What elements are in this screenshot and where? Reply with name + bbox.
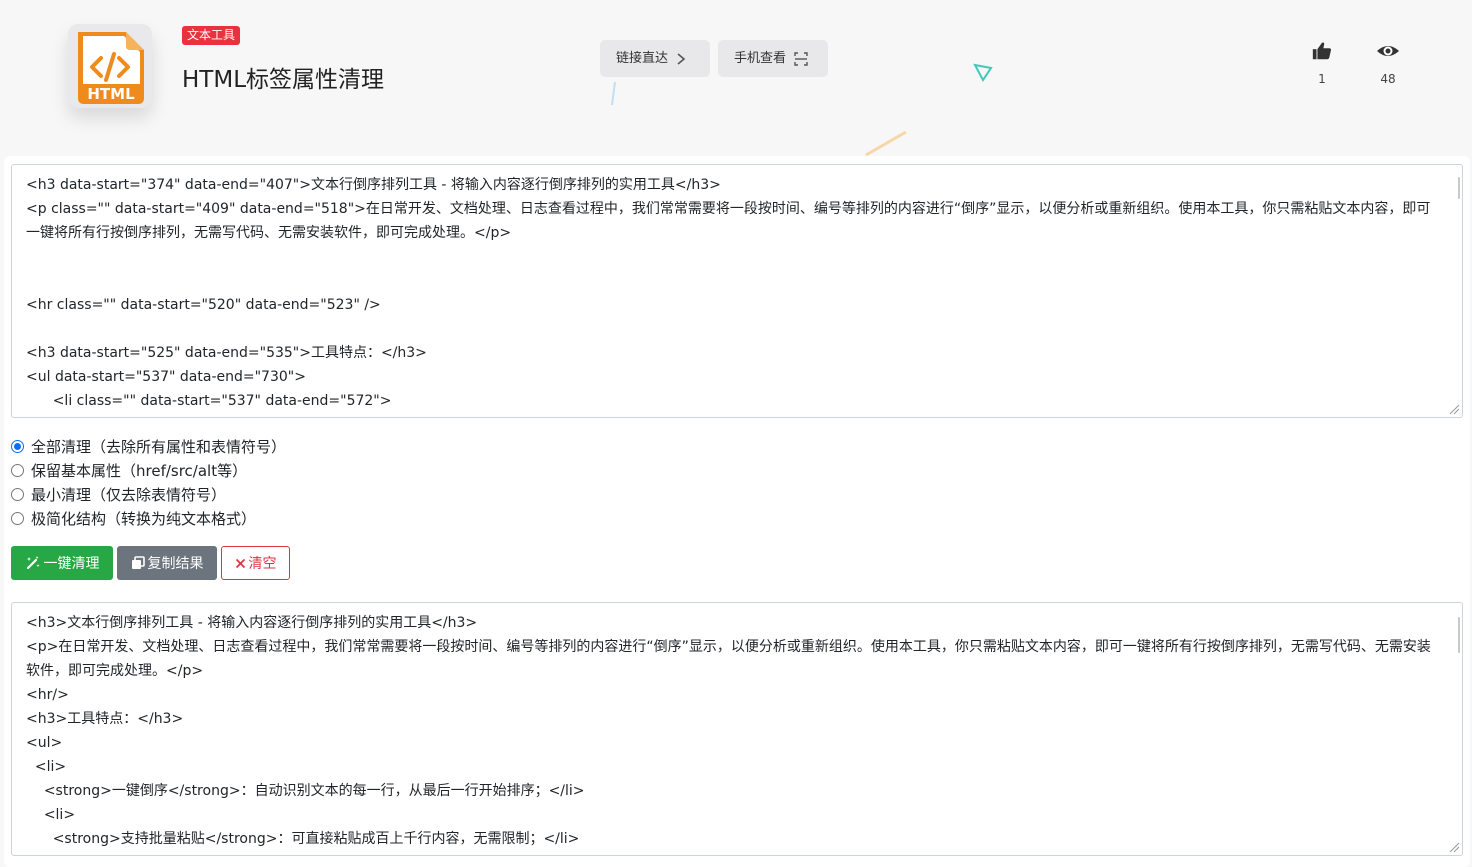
option-plain-text[interactable]: 极简化结构（转换为纯文本格式） [11,506,286,530]
html-file-icon: HTML [78,32,144,104]
resize-grip-icon[interactable] [1448,841,1460,853]
option-full-cleanup[interactable]: 全部清理（去除所有属性和表情符号） [11,434,286,458]
svg-text:HTML: HTML [87,85,135,103]
html-input-textarea[interactable]: <h3 data-start="374" data-end="407">文本行倒… [11,164,1463,418]
clear-button-label: 清空 [248,556,277,572]
decorative-stroke-icon [865,130,907,157]
decorative-triangle-icon [973,63,993,82]
output-line: <h3>文本行倒序排列工具 - 将输入内容逐行倒序排列的实用工具</h3> [26,615,478,631]
page-header: HTML 文本工具 HTML标签属性清理 链接直达 手机查看 1 48 [0,0,1472,157]
input-line: <hr class="" data-start="520" data-end="… [26,297,381,313]
input-line [26,269,1448,293]
input-scrollbar[interactable] [1458,177,1460,199]
chevron-right-icon [677,52,686,65]
input-line [26,245,1448,269]
input-line: <h3 data-start="525" data-end="535">工具特点… [26,345,427,361]
decorative-line-icon [611,81,616,106]
option-label: 极简化结构（转换为纯文本格式） [31,509,257,528]
one-click-clean-button[interactable]: 一键清理 [11,546,113,580]
input-line: <p class="" data-start="409" data-end="5… [26,201,1431,241]
option-minimal-cleanup[interactable]: 最小清理（仅去除表情符号） [11,482,286,506]
input-line: <h3 data-start="374" data-end="407">文本行倒… [26,177,721,193]
radio-minimal-cleanup[interactable] [11,487,24,501]
output-line: <h3>工具特点：</h3> [26,711,184,727]
tool-logo: HTML [68,24,152,108]
direct-link-label: 链接直达 [616,51,669,66]
eye-icon [1377,46,1399,56]
view-count: 48 [1380,72,1396,86]
output-line: <p>在日常开发、文档处理、日志查看过程中，我们常常需要将一段按时间、编号等排列… [26,639,1431,679]
output-scrollbar[interactable] [1458,617,1460,653]
clean-button-label: 一键清理 [43,556,100,572]
scan-qr-icon [794,51,808,66]
like-count: 1 [1318,72,1326,86]
radio-plain-text[interactable] [11,511,24,525]
category-tag[interactable]: 文本工具 [182,26,241,45]
copy-result-button[interactable]: 复制结果 [117,546,217,580]
clear-button[interactable]: 清空 [221,546,290,580]
cleanup-mode-options: 全部清理（去除所有属性和表情符号） 保留基本属性（href/src/alt等） … [11,434,286,530]
output-line: <strong>一键倒序</strong>：自动识别文本的每一行，从最后一行开始… [26,783,585,799]
html-output-textarea[interactable]: <h3>文本行倒序排列工具 - 将输入内容逐行倒序排列的实用工具</h3> <p… [11,602,1463,856]
direct-link-button[interactable]: 链接直达 [600,40,710,77]
copy-button-label: 复制结果 [147,556,204,572]
resize-grip-icon[interactable] [1448,403,1460,415]
option-label: 保留基本属性（href/src/alt等） [31,461,248,480]
output-line: <li> [26,759,67,775]
thumbs-up-icon [1312,42,1331,60]
page-title: HTML标签属性清理 [182,67,385,93]
input-line: <ul data-start="537" data-end="730"> [26,369,306,385]
output-line: <li> [26,807,76,823]
option-label: 最小清理（仅去除表情符号） [31,485,227,504]
mobile-view-label: 手机查看 [734,51,787,66]
option-label: 全部清理（去除所有属性和表情符号） [31,437,287,456]
option-keep-basic-attrs[interactable]: 保留基本属性（href/src/alt等） [11,458,286,482]
radio-full-cleanup[interactable] [11,439,24,453]
input-line [26,317,1448,341]
output-line: <strong>支持批量粘贴</strong>：可直接粘贴成百上千行内容，无需限… [26,831,580,847]
input-line: <li class="" data-start="537" data-end="… [26,393,392,409]
view-counter: 48 [1373,40,1403,86]
output-line: <ul> [26,735,63,751]
magic-wand-icon [26,556,40,570]
close-icon [235,558,245,568]
mobile-view-button[interactable]: 手机查看 [718,40,828,77]
copy-icon [131,556,145,569]
output-line: <hr/> [26,687,69,703]
like-counter[interactable]: 1 [1307,40,1337,86]
radio-keep-basic-attrs[interactable] [11,463,24,477]
